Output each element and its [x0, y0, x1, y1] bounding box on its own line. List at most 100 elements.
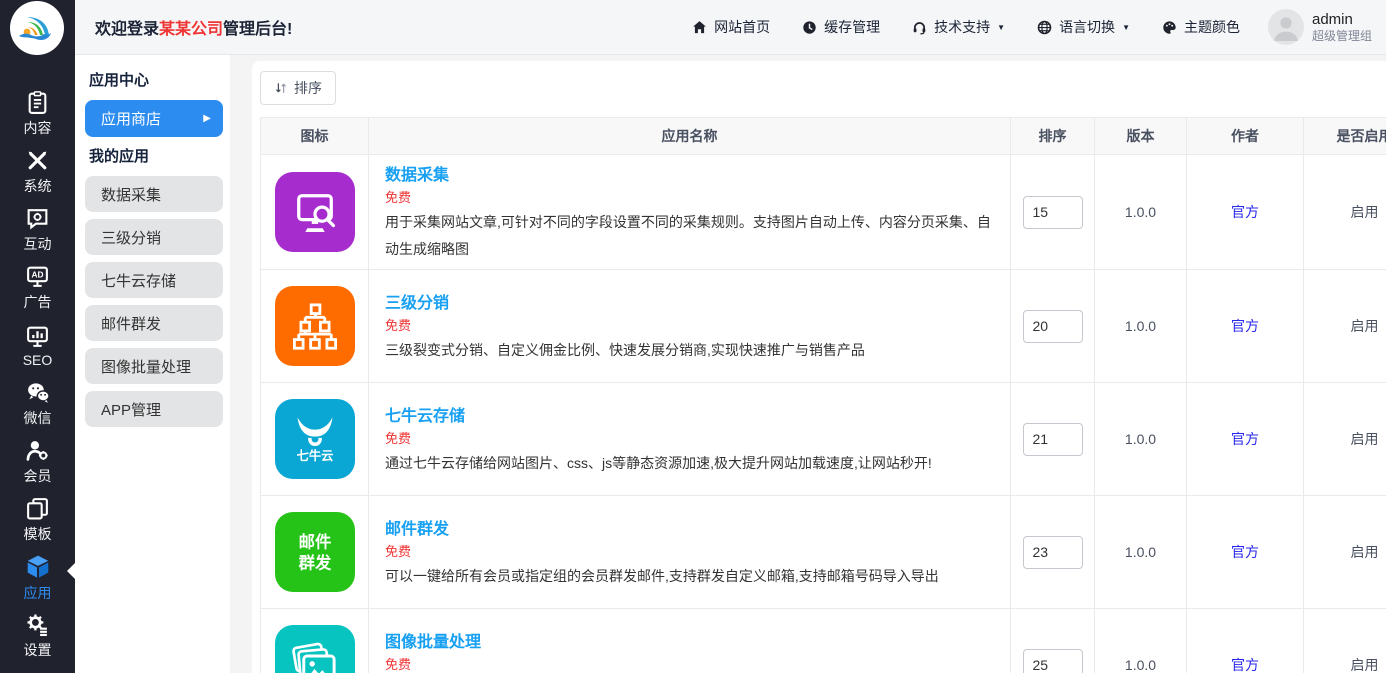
nav-item-language[interactable]: 语言切换 ▼ [1037, 17, 1130, 37]
headset-icon [912, 20, 927, 35]
my-app-button-3[interactable]: 邮件群发 [85, 305, 223, 341]
my-app-button-1[interactable]: 三级分销 [85, 219, 223, 255]
app-description: 三级裂变式分销、自定义佣金比例、快速发展分销商,实现快速推广与销售产品 [385, 337, 994, 364]
sort-button-label: 排序 [294, 78, 322, 98]
sort-cell [1011, 155, 1095, 270]
sort-input[interactable] [1023, 536, 1083, 569]
welcome-prefix: 欢迎登录 [95, 21, 159, 38]
top-header: 欢迎登录某某公司管理后台! 网站首页缓存管理技术支持▼语言切换▼主题颜色 adm… [75, 0, 1386, 55]
app-icon: 七牛云 [275, 399, 355, 479]
enabled-cell: 启用 [1304, 496, 1386, 609]
sidebar-item-template[interactable]: 模板 [0, 491, 75, 549]
column-header-4: 作者 [1187, 118, 1304, 155]
qiniu-bull-icon: 七牛云 [287, 411, 343, 467]
sidebar-item-system[interactable]: 系统 [0, 143, 75, 201]
icon-cell: 邮件群发 [261, 496, 369, 609]
monitor-search-icon [289, 186, 341, 238]
content-card: 排序 图标应用名称排序版本作者是否启用 数据采集免费用于采集网站文章,可针对不同… [252, 61, 1386, 673]
apps-table: 图标应用名称排序版本作者是否启用 数据采集免费用于采集网站文章,可针对不同的字段… [260, 117, 1386, 673]
author-link[interactable]: 官方 [1231, 544, 1259, 560]
svg-text:七牛云: 七牛云 [296, 448, 333, 463]
author-link[interactable]: 官方 [1231, 318, 1259, 334]
primary-sidebar: 内容系统互动 AD 广告 SEO 微信会员模板应用设置 [0, 0, 75, 673]
nav-item-label: 语言切换 [1059, 17, 1115, 37]
app-icon [275, 625, 355, 673]
sidebar-item-content[interactable]: 内容 [0, 85, 75, 143]
app-title-link[interactable]: 邮件群发 [385, 515, 449, 539]
sidebar-item-wechat[interactable]: 微信 [0, 375, 75, 433]
sidebar-item-label: SEO [23, 352, 53, 368]
app-icon [275, 286, 355, 366]
table-row: 图像批量处理免费可以批量处理(改变尺寸、加水印、瘦身、格式转换等)网站图片1.0… [261, 609, 1386, 673]
tools-icon [25, 148, 50, 173]
icon-cell [261, 609, 369, 673]
icon-cell: 七牛云 [261, 383, 369, 496]
app-description: 通过七牛云存储给网站图片、css、js等静态资源加速,极大提升网站加载速度,让网… [385, 450, 994, 477]
svg-text:群发: 群发 [298, 553, 331, 572]
my-app-button-5[interactable]: APP管理 [85, 391, 223, 427]
app-store-label: 应用商店 [101, 108, 161, 129]
gear-list-icon [25, 612, 50, 637]
sidebar-item-interact[interactable]: 互动 [0, 201, 75, 259]
app-price: 免费 [385, 541, 994, 560]
clipboard-icon [25, 90, 50, 115]
sidebar-item-member[interactable]: 会员 [0, 433, 75, 491]
sort-cell [1011, 609, 1095, 673]
sidebar-item-label: 微信 [24, 408, 52, 428]
nav-item-label: 主题颜色 [1184, 17, 1240, 37]
my-app-button-0[interactable]: 数据采集 [85, 176, 223, 212]
pages-icon [25, 496, 50, 521]
user-menu[interactable]: admin 超级管理组 [1268, 9, 1372, 45]
nav-item-label: 网站首页 [714, 17, 770, 37]
app-icon: 邮件群发 [275, 512, 355, 592]
sidebar-item-apps[interactable]: 应用 [0, 549, 75, 607]
name-cell: 邮件群发免费可以一键给所有会员或指定组的会员群发邮件,支持群发自定义邮箱,支持邮… [369, 496, 1011, 609]
arrow-right-icon: ▶ [203, 113, 211, 124]
section-title-app-center: 应用中心 [89, 69, 230, 90]
sort-button[interactable]: 排序 [260, 71, 336, 105]
icon-cell [261, 155, 369, 270]
table-row: 邮件群发邮件群发免费可以一键给所有会员或指定组的会员群发邮件,支持群发自定义邮箱… [261, 496, 1386, 609]
active-indicator [67, 563, 75, 579]
sidebar-item-label: 设置 [24, 640, 52, 660]
my-app-button-4[interactable]: 图像批量处理 [85, 348, 223, 384]
sort-input[interactable] [1023, 649, 1083, 673]
site-logo [10, 1, 64, 55]
palette-icon [1162, 20, 1177, 35]
sort-input[interactable] [1023, 196, 1083, 229]
avatar [1268, 9, 1304, 45]
author-link[interactable]: 官方 [1231, 431, 1259, 447]
clock-icon [802, 20, 817, 35]
sort-input[interactable] [1023, 423, 1083, 456]
nav-item-label: 技术支持 [934, 17, 990, 37]
sidebar-item-label: 应用 [24, 583, 52, 603]
top-nav: 网站首页 缓存管理 技术支持 ▼ 语言切换 ▼ 主题颜色 [660, 17, 1240, 37]
author-link[interactable]: 官方 [1231, 204, 1259, 220]
chevron-down-icon: ▼ [1122, 23, 1130, 32]
sidebar-item-settings[interactable]: 设置 [0, 607, 75, 665]
nav-item-label: 缓存管理 [824, 17, 880, 37]
org-chart-icon [289, 300, 341, 352]
my-app-button-2[interactable]: 七牛云存储 [85, 262, 223, 298]
ad-monitor-icon: AD [25, 264, 50, 289]
app-store-button[interactable]: 应用商店 ▶ [85, 100, 223, 137]
author-link[interactable]: 官方 [1231, 657, 1259, 673]
nav-item-tech-support[interactable]: 技术支持 ▼ [912, 17, 1005, 37]
enabled-cell: 启用 [1304, 383, 1386, 496]
sidebar-item-label: 广告 [24, 292, 52, 312]
sort-input[interactable] [1023, 310, 1083, 343]
nav-item-site-home[interactable]: 网站首页 [692, 17, 770, 37]
sidebar-item-seo[interactable]: SEO [0, 317, 75, 375]
nav-item-theme-color[interactable]: 主题颜色 [1162, 17, 1240, 37]
chevron-down-icon: ▼ [997, 23, 1005, 32]
table-row: 三级分销免费三级裂变式分销、自定义佣金比例、快速发展分销商,实现快速推广与销售产… [261, 270, 1386, 383]
app-title-link[interactable]: 图像批量处理 [385, 628, 481, 652]
name-cell: 图像批量处理免费可以批量处理(改变尺寸、加水印、瘦身、格式转换等)网站图片 [369, 609, 1011, 673]
app-description: 可以一键给所有会员或指定组的会员群发邮件,支持群发自定义邮箱,支持邮箱号码导入导… [385, 563, 994, 590]
nav-item-cache-manage[interactable]: 缓存管理 [802, 17, 880, 37]
app-title-link[interactable]: 七牛云存储 [385, 402, 465, 426]
sidebar-item-ads[interactable]: AD 广告 [0, 259, 75, 317]
secondary-sidebar: 应用中心 应用商店 ▶ 我的应用 数据采集三级分销七牛云存储邮件群发图像批量处理… [75, 55, 230, 673]
app-title-link[interactable]: 数据采集 [385, 161, 449, 185]
app-title-link[interactable]: 三级分销 [385, 289, 449, 313]
